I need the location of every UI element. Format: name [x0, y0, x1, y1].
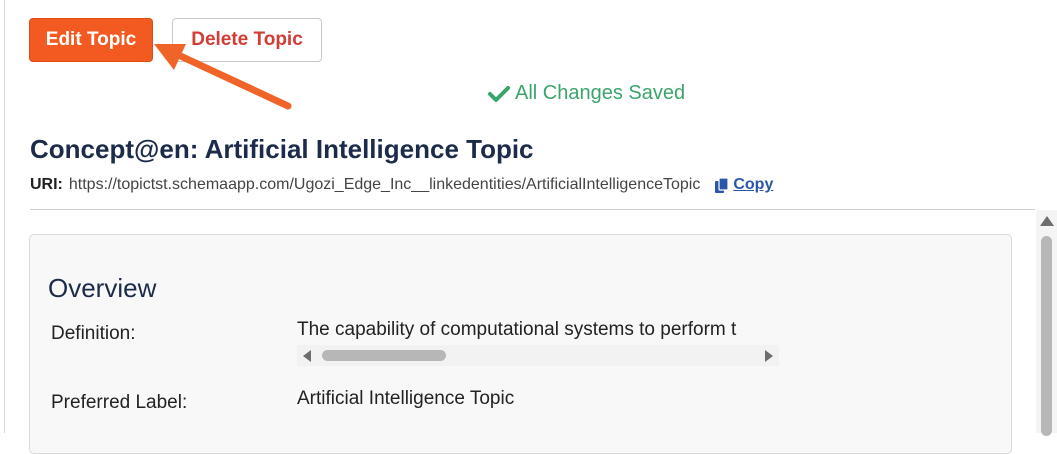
overview-panel: Overview Definition: The capability of c…	[29, 234, 1012, 454]
scroll-right-icon[interactable]	[765, 350, 773, 362]
edit-topic-button[interactable]: Edit Topic	[29, 18, 153, 62]
preferred-label-label: Preferred Label:	[51, 392, 188, 413]
definition-label: Definition:	[51, 323, 136, 344]
page-title: Concept@en: Artificial Intelligence Topi…	[30, 134, 534, 164]
annotation-arrow-icon	[154, 44, 292, 110]
copy-icon	[715, 176, 729, 193]
definition-value: The capability of computational systems …	[297, 319, 737, 340]
scroll-up-icon[interactable]	[1040, 216, 1054, 226]
uri-label: URI:	[30, 176, 63, 193]
left-border	[4, 0, 5, 433]
definition-horizontal-scrollbar[interactable]	[297, 345, 779, 366]
scrollbar-thumb[interactable]	[1041, 236, 1052, 436]
overview-heading: Overview	[48, 273, 157, 303]
copy-link[interactable]: Copy	[714, 176, 773, 194]
copy-label: Copy	[733, 176, 774, 193]
scrollbar-thumb[interactable]	[322, 350, 446, 361]
save-status: All Changes Saved	[488, 82, 685, 105]
scroll-left-icon[interactable]	[303, 350, 311, 362]
check-icon	[488, 85, 510, 102]
page-vertical-scrollbar[interactable]	[1036, 210, 1057, 436]
uri-row: URI: https://topictst.schemaapp.com/Ugoz…	[30, 176, 773, 194]
preferred-label-value: Artificial Intelligence Topic	[297, 388, 515, 409]
uri-value: https://topictst.schemaapp.com/Ugozi_Edg…	[68, 176, 701, 193]
save-status-text: All Changes Saved	[515, 82, 686, 104]
header-divider	[30, 209, 1035, 210]
